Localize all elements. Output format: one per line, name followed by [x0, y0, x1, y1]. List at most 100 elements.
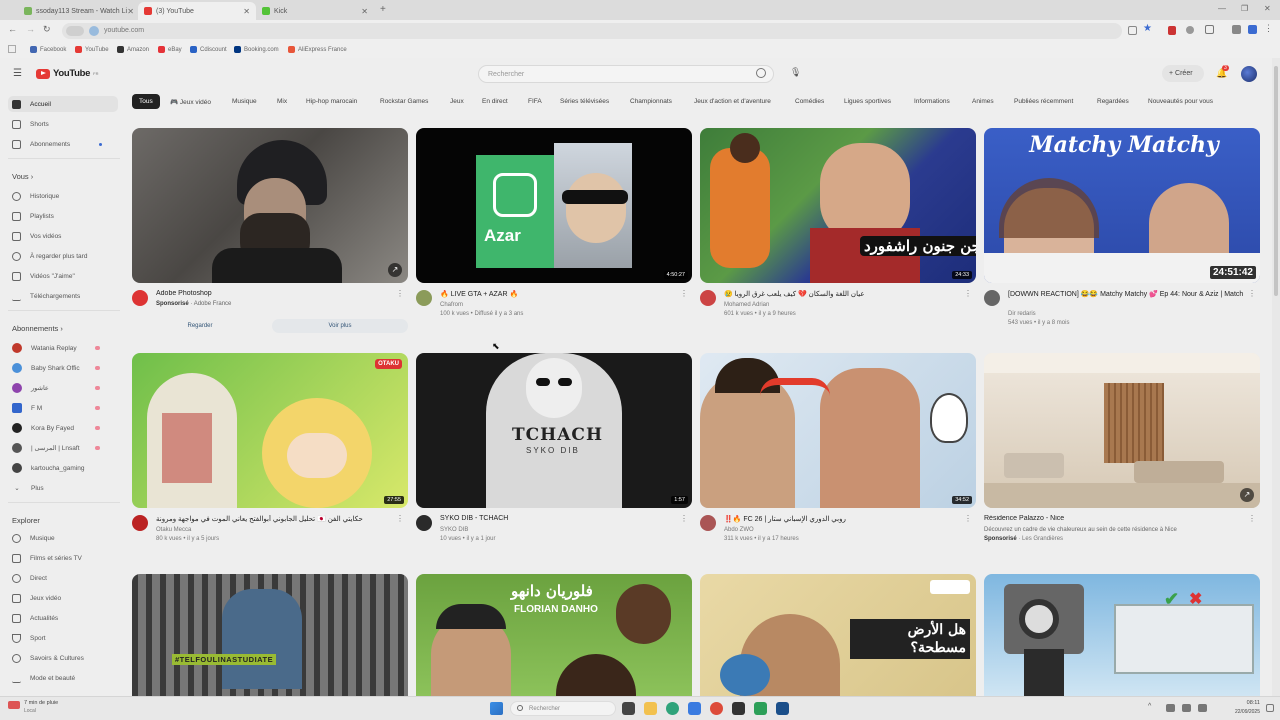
scrollbar-thumb[interactable]: [1274, 66, 1278, 296]
chip[interactable]: Ligues sportives: [844, 94, 891, 109]
video-title[interactable]: 😢 عيان اللغة والسكان 💔 كيف يلعب غرق الرو…: [724, 290, 964, 298]
chip[interactable]: Regardées: [1097, 94, 1129, 109]
chip[interactable]: Musique: [232, 94, 257, 109]
advertiser-name[interactable]: Les Grandières: [1022, 536, 1063, 542]
see-more-button[interactable]: Voir plus: [272, 319, 408, 333]
sidebar-item-abonnements[interactable]: Abonnements: [8, 136, 118, 152]
channel-name[interactable]: SYKO DIB: [440, 527, 468, 533]
video-title[interactable]: [DOWWN REACTION] 😂😂 Matchy Matchy 💕 Ep 4…: [1008, 290, 1248, 298]
video-thumbnail[interactable]: فلوريان دانهو FLORIAN DANHO: [416, 574, 692, 696]
video-card[interactable]: 34:52 ‼️🔥 FC 26 | روبي الدوري الإسباني س…: [700, 353, 976, 568]
sidebar-item-direct[interactable]: Direct: [8, 570, 118, 586]
more-options-icon[interactable]: ⋮: [680, 289, 688, 298]
chrome-icon[interactable]: [710, 702, 723, 715]
windows-start-icon[interactable]: [490, 702, 503, 715]
video-thumbnail[interactable]: Azar 4:50:27: [416, 128, 692, 283]
subscription-item[interactable]: F M: [8, 400, 118, 416]
video-thumbnail[interactable]: TCHACH SYKO DIB 1:57: [416, 353, 692, 508]
bookmark-amazon[interactable]: Amazon: [117, 46, 149, 53]
video-thumbnail[interactable]: #TELFOULINASTUDIATE: [132, 574, 408, 696]
sidebar-item-playlists[interactable]: Playlists: [8, 208, 118, 224]
maximize-icon[interactable]: ❐: [1241, 4, 1248, 13]
video-card[interactable]: OTAKU 27:55 تحليل الجابوني أبوالفتح يعان…: [132, 353, 408, 568]
bookmark-aliexpress[interactable]: AliExpress France: [288, 46, 347, 53]
app-icon[interactable]: [754, 702, 767, 715]
close-window-icon[interactable]: ✕: [1264, 4, 1271, 13]
terminal-icon[interactable]: [732, 702, 745, 715]
sidebar-item-films[interactable]: Films et séries TV: [8, 550, 118, 566]
channel-avatar[interactable]: [700, 515, 716, 531]
sidebar-item-musique[interactable]: Musique: [8, 530, 118, 546]
close-tab-icon[interactable]: ✕: [127, 7, 134, 16]
account-avatar[interactable]: [1241, 66, 1257, 82]
channel-name[interactable]: Chafrom: [440, 302, 463, 308]
bookmark-booking[interactable]: Booking.com: [234, 46, 279, 53]
channel-avatar[interactable]: [416, 515, 432, 531]
chip[interactable]: Championnats: [630, 94, 672, 109]
minimize-icon[interactable]: —: [1218, 4, 1226, 13]
chip[interactable]: En direct: [482, 94, 508, 109]
chip-tous[interactable]: Tous: [132, 94, 160, 109]
chip[interactable]: Hip-hop marocain: [306, 94, 357, 109]
sidebar-item-jeux-video[interactable]: Jeux vidéo: [8, 590, 118, 606]
video-title[interactable]: SYKO DIB - TCHACH: [440, 515, 680, 522]
tab-kick[interactable]: Kick ✕: [256, 2, 374, 20]
chip[interactable]: Jeux: [450, 94, 464, 109]
volume-icon[interactable]: [1182, 704, 1191, 712]
sidebar-item-a-regarder-plus-tard[interactable]: À regarder plus tard: [8, 248, 118, 264]
sidebar-item-actualites[interactable]: Actualités: [8, 610, 118, 626]
task-view-icon[interactable]: [622, 702, 635, 715]
video-card[interactable]: هل الأرض مسطحة؟: [700, 574, 976, 696]
subscription-item[interactable]: kartoucha_gaming: [8, 460, 118, 476]
subscription-item[interactable]: عاشور: [8, 380, 118, 396]
sidebar-item-savoirs[interactable]: Savoirs & Cultures: [8, 650, 118, 666]
more-options-icon[interactable]: ⋮: [964, 514, 972, 523]
wifi-icon[interactable]: [1166, 704, 1175, 712]
video-card[interactable]: #TELFOULINASTUDIATE: [132, 574, 408, 696]
create-button[interactable]: + Créer: [1162, 65, 1204, 82]
video-card-ad[interactable]: ↗ Résidence Palazzo - Nice Découvrez un …: [984, 353, 1260, 568]
sidebar-item-telechargements[interactable]: Téléchargements: [8, 288, 118, 304]
new-tab-icon[interactable]: +: [380, 4, 386, 15]
video-thumbnail[interactable]: ↗: [132, 128, 408, 283]
bookmark-star-icon[interactable]: ★: [1143, 23, 1152, 34]
channel-avatar[interactable]: [700, 290, 716, 306]
subscription-item[interactable]: Kora By Fayed: [8, 420, 118, 436]
video-thumbnail[interactable]: OTAKU 27:55: [132, 353, 408, 508]
sidebar-item-accueil[interactable]: Accueil: [8, 96, 118, 112]
video-title[interactable]: 🔥 LIVE GTA + AZAR 🔥: [440, 290, 680, 298]
channel-name[interactable]: Adobe France: [194, 301, 232, 307]
sidebar-item-vos-videos[interactable]: Vos vidéos: [8, 228, 118, 244]
bookmark-cdiscount[interactable]: Cdiscount: [190, 46, 227, 53]
store-icon[interactable]: [688, 702, 701, 715]
more-options-icon[interactable]: ⋮: [964, 289, 972, 298]
tab-youtube[interactable]: (3) YouTube ✕: [138, 2, 256, 20]
subscription-item[interactable]: Baby Shark Offic: [8, 360, 118, 376]
you-heading[interactable]: Vous ›: [12, 172, 33, 181]
channel-name[interactable]: Otaku Mecca: [156, 527, 191, 533]
channel-name[interactable]: Abdo ZWO: [724, 527, 754, 533]
video-thumbnail[interactable]: جن جنون راشفورد 24:33: [700, 128, 976, 283]
subscriptions-heading[interactable]: Abonnements ›: [12, 324, 63, 333]
video-thumbnail[interactable]: هل الأرض مسطحة؟: [700, 574, 976, 696]
tray-chevron-icon[interactable]: ^: [1148, 703, 1151, 710]
bookmark-youtube[interactable]: YouTube: [75, 46, 109, 53]
apps-grid-icon[interactable]: [8, 45, 16, 53]
tab-kick-stream[interactable]: ssoday113 Stream - Watch Li ✕: [18, 2, 140, 20]
more-options-icon[interactable]: ⋮: [396, 289, 404, 298]
video-title[interactable]: ‼️🔥 FC 26 | روبي الدوري الإسباني ستار: [724, 515, 964, 523]
channel-name[interactable]: Mohamed Adrian: [724, 302, 769, 308]
video-thumbnail[interactable]: ↗: [984, 353, 1260, 508]
subscription-item[interactable]: Watania Replay: [8, 340, 118, 356]
video-title[interactable]: Résidence Palazzo - Nice: [984, 515, 1224, 522]
subscription-item[interactable]: | المرسى | Lnsaft: [8, 440, 118, 456]
chip[interactable]: Animes: [972, 94, 994, 109]
channel-avatar[interactable]: [132, 515, 148, 531]
extension-icon[interactable]: [1186, 26, 1194, 34]
video-card[interactable]: جن جنون راشفورد 24:33 😢 عيان اللغة والسك…: [700, 128, 976, 343]
more-options-icon[interactable]: ⋮: [680, 514, 688, 523]
url-field[interactable]: youtube.com: [62, 23, 1122, 39]
chip[interactable]: Jeux d'action et d'aventure: [694, 94, 771, 109]
close-tab-icon[interactable]: ✕: [243, 7, 250, 16]
channel-name[interactable]: Dir redaris: [1008, 311, 1036, 317]
